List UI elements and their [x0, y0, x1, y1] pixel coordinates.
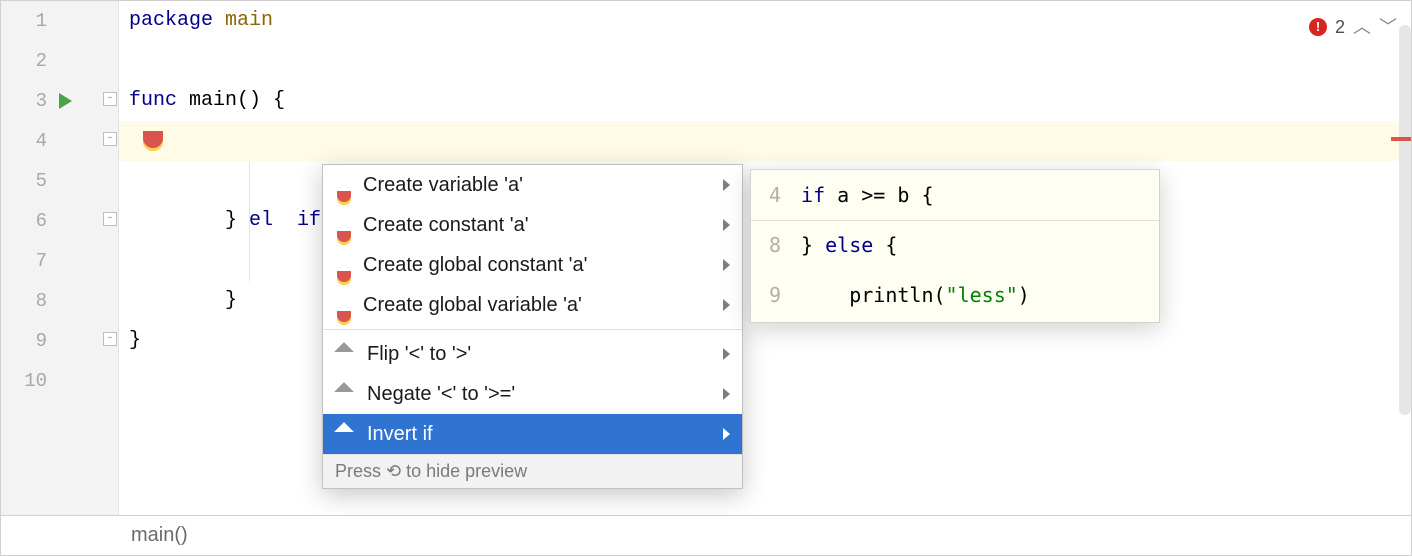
line-number: 1: [1, 10, 47, 32]
intention-label: Create global constant 'a': [363, 254, 587, 277]
fold-toggle-icon[interactable]: [103, 132, 117, 146]
intention-item-create-constant[interactable]: Create constant 'a': [323, 205, 742, 245]
next-problem-icon[interactable]: ﹀: [1379, 7, 1397, 47]
line-number: 3: [1, 90, 47, 112]
breadcrumb-item[interactable]: main(): [131, 524, 188, 547]
line-number: 6: [1, 210, 47, 232]
line-number: 7: [1, 250, 47, 272]
intention-popup[interactable]: Create variable 'a' Create constant 'a' …: [322, 164, 743, 489]
line-number: 4: [1, 130, 47, 152]
intention-label: Create global variable 'a': [363, 294, 582, 317]
pen-icon: [337, 345, 355, 363]
intention-item-create-global-variable[interactable]: Create global variable 'a': [323, 285, 742, 325]
line-number: 8: [1, 290, 47, 312]
intention-label: Flip '<' to '>': [367, 343, 471, 366]
intention-preview: 4 if a >= b { 8 } else { 9 println("less…: [750, 169, 1160, 323]
pen-icon: [337, 385, 355, 403]
error-bulb-icon: [337, 311, 351, 325]
intention-item-create-global-constant[interactable]: Create global constant 'a': [323, 245, 742, 285]
intention-label: Create constant 'a': [363, 214, 529, 237]
code-line-current[interactable]: if a < b {: [119, 121, 1411, 161]
code-line[interactable]: func main() {: [119, 81, 1411, 121]
menu-separator: [323, 329, 742, 330]
intention-item-create-variable[interactable]: Create variable 'a': [323, 165, 742, 205]
line-number: 10: [1, 370, 47, 392]
error-bulb-icon: [337, 271, 351, 285]
error-bulb-icon: [337, 191, 351, 205]
submenu-arrow-icon: [723, 299, 730, 311]
submenu-arrow-icon: [723, 348, 730, 360]
intention-label: Create variable 'a': [363, 174, 523, 197]
line-number: 5: [1, 170, 47, 192]
error-bulb-icon: [337, 231, 351, 245]
intention-item-negate[interactable]: Negate '<' to '>=': [323, 374, 742, 414]
intention-label: Negate '<' to '>=': [367, 383, 515, 406]
submenu-arrow-icon: [723, 259, 730, 271]
intention-bulb-icon[interactable]: [143, 131, 163, 151]
prev-problem-icon[interactable]: ︿: [1353, 7, 1371, 47]
gutter: 1 2 3 4 5 6 7 8 9 10: [1, 1, 119, 515]
problems-widget[interactable]: 2 ︿ ﹀: [1309, 7, 1397, 47]
run-gutter-icon[interactable]: [59, 93, 72, 109]
submenu-arrow-icon: [723, 428, 730, 440]
submenu-arrow-icon: [723, 179, 730, 191]
breadcrumb-bar[interactable]: main(): [0, 516, 1412, 556]
pen-icon: [337, 425, 355, 443]
fold-toggle-icon[interactable]: [103, 212, 117, 226]
error-count: 2: [1335, 7, 1345, 47]
intention-item-flip[interactable]: Flip '<' to '>': [323, 334, 742, 374]
submenu-arrow-icon: [723, 388, 730, 400]
code-line[interactable]: package main: [119, 1, 1411, 41]
fold-toggle-icon[interactable]: [103, 332, 117, 346]
error-stripe[interactable]: [1391, 137, 1411, 141]
line-number: 9: [1, 330, 47, 352]
popup-footer-hint: Press ⟲ to hide preview: [323, 454, 742, 488]
fold-toggle-icon[interactable]: [103, 92, 117, 106]
line-number: 2: [1, 50, 47, 72]
submenu-arrow-icon: [723, 219, 730, 231]
error-badge-icon: [1309, 18, 1327, 36]
scrollbar[interactable]: [1399, 25, 1411, 415]
intention-label: Invert if: [367, 423, 433, 446]
intention-item-invert-if[interactable]: Invert if: [323, 414, 742, 454]
